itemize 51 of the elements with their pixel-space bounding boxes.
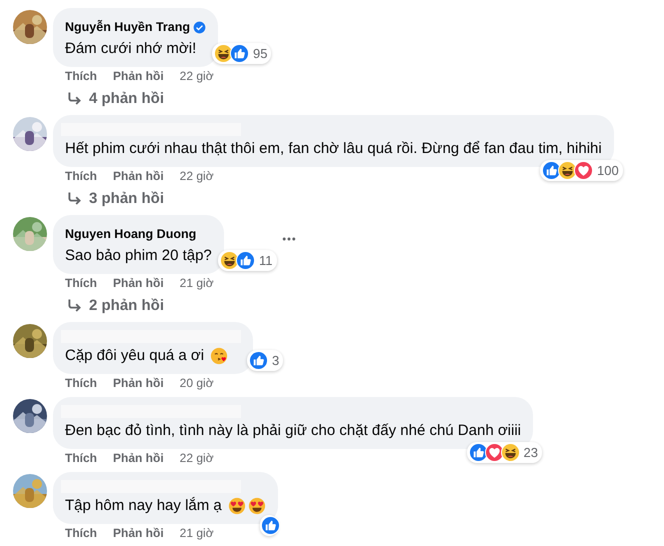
action-link[interactable]: Thích — [65, 167, 97, 186]
reply-arrow-icon — [66, 90, 83, 107]
timestamp[interactable]: 22 giờ — [180, 67, 214, 86]
action-link[interactable]: Phản hồi — [113, 449, 164, 468]
reply-arrow-icon — [66, 190, 83, 207]
view-replies-link[interactable]: 2 phản hồi — [89, 293, 164, 318]
reaction-summary[interactable]: 11 — [218, 250, 276, 271]
timestamp[interactable]: 20 giờ — [180, 374, 214, 393]
laughing-face-icon — [558, 161, 578, 180]
heart-eyes-face-icon — [248, 497, 266, 515]
comment-text: Đen bạc đỏ tình, tình này là phải giữ cho chặt đấy nhé chú Danh ơiiii — [65, 421, 521, 441]
comment-text: Hết phim cưới nhau thật thôi em, fan chờ lâu quá rồi. Đừng để fan đau tim, hihihi — [65, 139, 602, 159]
action-link[interactable]: Phản hồi — [113, 67, 164, 86]
comment-text: Đám cưới nhớ mời! — [65, 39, 196, 59]
action-link[interactable]: Thích — [65, 67, 97, 86]
view-replies-link[interactable]: 4 phản hồi — [89, 86, 164, 111]
kissing-face-icon — [210, 347, 228, 365]
action-link[interactable]: Phản hồi — [113, 524, 164, 543]
timestamp[interactable]: 21 giờ — [180, 524, 214, 543]
reaction-summary[interactable]: 100 — [540, 160, 623, 181]
action-link[interactable]: Phản hồi — [113, 167, 164, 186]
action-link[interactable]: Thích — [65, 374, 97, 393]
reaction-summary[interactable]: 23 — [466, 442, 542, 463]
comment-text: Sao bảo phim 20 tập? — [65, 246, 212, 266]
reaction-summary[interactable]: 95 — [212, 43, 272, 64]
like-icon — [249, 351, 268, 370]
author-name[interactable]: Nguyen Hoang Duong — [65, 226, 196, 242]
heart-eyes-face-icon — [228, 497, 246, 515]
timestamp[interactable]: 22 giờ — [180, 167, 214, 186]
reaction-summary[interactable]: 3 — [247, 350, 284, 371]
action-link[interactable]: Thích — [65, 274, 97, 293]
action-link[interactable]: Thích — [65, 449, 97, 468]
action-link[interactable]: Phản hồi — [113, 274, 164, 293]
like-icon — [542, 161, 562, 180]
like-icon — [468, 443, 488, 462]
reaction-summary[interactable] — [260, 515, 278, 536]
action-link[interactable]: Thích — [65, 524, 97, 543]
comment-text: Cặp đôi yêu quá a ơi — [65, 346, 204, 366]
laughing-face-icon — [214, 44, 233, 63]
action-link[interactable]: Phản hồi — [113, 374, 164, 393]
view-replies-link[interactable]: 3 phản hồi — [89, 186, 164, 211]
timestamp[interactable]: 22 giờ — [180, 449, 214, 468]
laughing-face-icon — [220, 251, 239, 270]
timestamp[interactable]: 21 giờ — [180, 274, 214, 293]
like-icon — [260, 516, 280, 535]
like-icon — [230, 44, 249, 63]
comment-text: Tập hôm nay hay lắm ạ — [65, 496, 222, 516]
author-name[interactable]: Nguyễn Huyền Trang — [65, 19, 190, 35]
like-icon — [236, 251, 255, 270]
laughing-face-icon — [500, 443, 520, 462]
reply-arrow-icon — [66, 297, 83, 314]
